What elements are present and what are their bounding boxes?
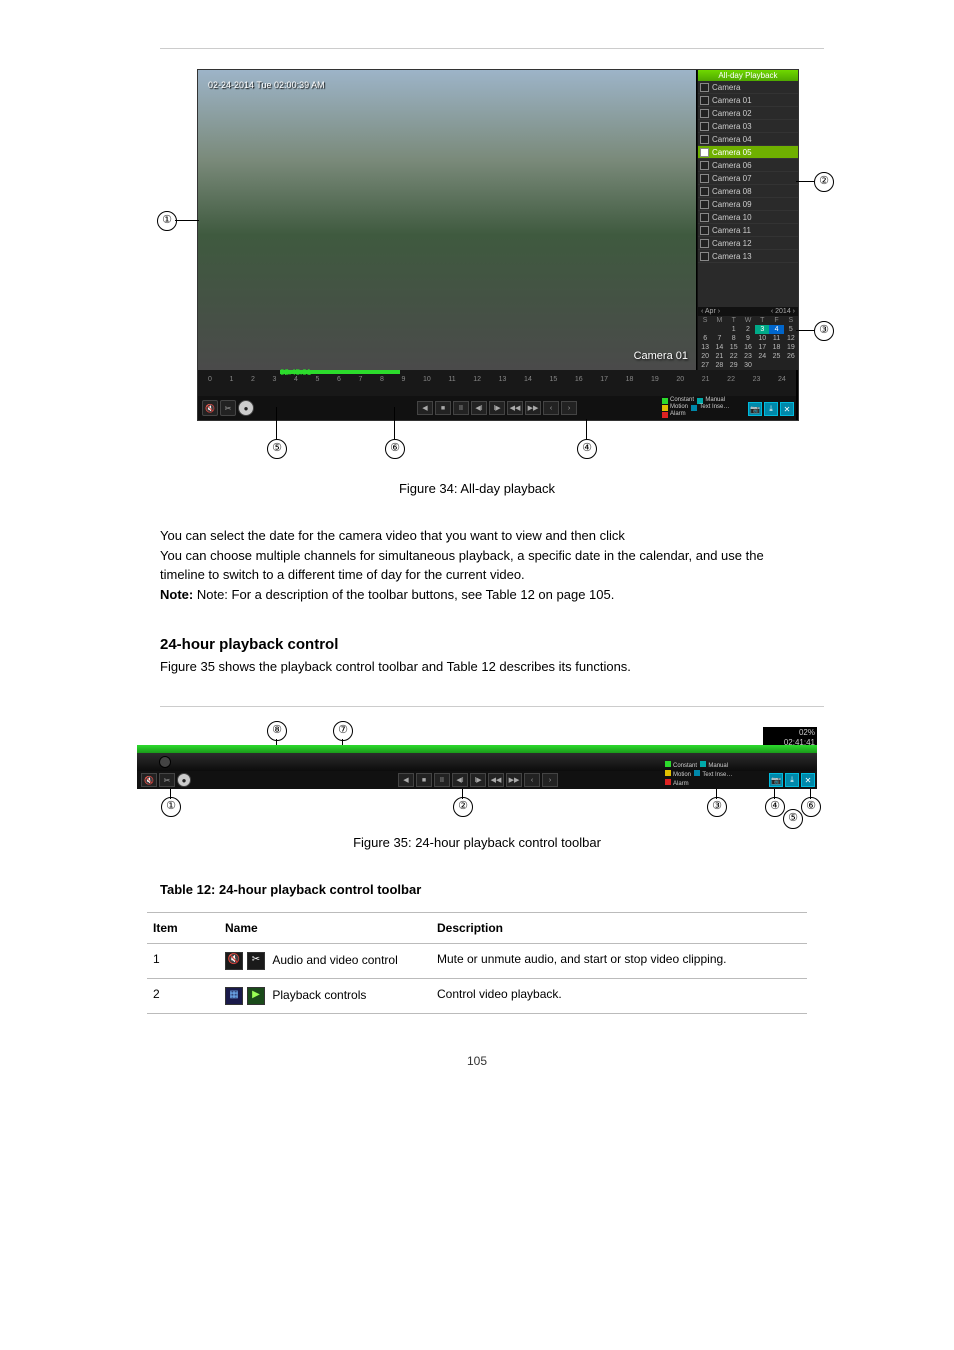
calendar[interactable]: ‹ Apr ›‹ 2014 › SMTWTFS12345678910111213…	[698, 307, 798, 370]
figure-caption-2: Figure 35: 24-hour playback control tool…	[0, 835, 954, 850]
export-icon[interactable]: ⤓	[764, 402, 778, 416]
step-back-icon[interactable]: ◀I	[471, 401, 487, 415]
fast-rew-icon[interactable]: ◀◀	[507, 401, 523, 415]
close-icon[interactable]: ✕	[780, 402, 794, 416]
camera-row[interactable]: Camera 13	[698, 250, 798, 263]
playback-controls: ◀ ■ II ◀I I▶ ◀◀ ▶▶ ‹ ›	[397, 773, 559, 787]
pause-icon[interactable]: II	[434, 773, 450, 787]
step-fwd-icon[interactable]: I▶	[470, 773, 486, 787]
legend: Constant Manual Motion Text Inse… Alarm	[665, 761, 761, 788]
camera-row[interactable]: Camera 01	[698, 94, 798, 107]
video-pane[interactable]: 02-24-2014 Tue 02:00:39 AM Camera 01	[198, 70, 696, 370]
camera-row[interactable]: Camera 12	[698, 237, 798, 250]
play-icon: ▶	[247, 987, 265, 1005]
toolbar: 02%02:41:41 🔇 ✂ ● ◀ ■ II ◀I I▶ ◀◀ ▶▶ ‹ ›	[137, 745, 817, 789]
camera-row[interactable]: Camera 09	[698, 198, 798, 211]
stop-icon[interactable]: ■	[416, 773, 432, 787]
figure-caption-1: Figure 34: All-day playback	[0, 481, 954, 496]
callout-1: ①	[157, 211, 177, 231]
step-back-icon[interactable]: ◀I	[452, 773, 468, 787]
fast-fwd-icon[interactable]: ▶▶	[506, 773, 522, 787]
camera-row[interactable]: Camera 02	[698, 107, 798, 120]
mute-icon[interactable]: 🔇	[202, 400, 218, 416]
camera-row[interactable]: Camera 07	[698, 172, 798, 185]
figure-toolbar: ⑧ ⑦ 02%02:41:41 🔇 ✂ ● ◀ ■ II ◀I I▶ ◀◀	[137, 727, 817, 827]
control-bar: 🔇 ✂ ● ◀ ■ II ◀I I▶ ◀◀ ▶▶ ‹ › Constant Ma…	[198, 396, 796, 420]
th-desc: Description	[431, 912, 807, 943]
mute-icon[interactable]: 🔇	[141, 773, 157, 787]
callout-6b: ⑥	[801, 797, 821, 817]
paragraph-note: Note: Note: For a description of the too…	[160, 585, 794, 605]
mute-icon: 🔇	[225, 952, 243, 970]
prev-icon[interactable]: ‹	[524, 773, 540, 787]
figure-all-day-playback: 02-24-2014 Tue 02:00:39 AM Camera 01 All…	[157, 69, 797, 469]
table-row: 1 🔇✂ Audio and video control Mute or unm…	[147, 943, 807, 978]
page-number: 105	[0, 1054, 954, 1068]
table-row: 2 ▦▶ Playback controls Control video pla…	[147, 978, 807, 1013]
rew-icon[interactable]: ◀	[417, 401, 433, 415]
next-icon[interactable]: ›	[542, 773, 558, 787]
callout-5b: ⑤	[783, 809, 803, 829]
clip-icon[interactable]: ✂	[159, 773, 175, 787]
playback-controls: ◀ ■ II ◀I I▶ ◀◀ ▶▶ ‹ ›	[416, 401, 578, 415]
th-name: Name	[219, 912, 431, 943]
camera-row[interactable]: Camera 10	[698, 211, 798, 224]
legend: Constant Manual Motion Text Inse… Alarm	[662, 397, 750, 418]
timeline-ticks: 0123456789101112131415161718192021222324	[198, 376, 796, 383]
heading-24hr-control: 24-hour playback control	[160, 634, 794, 657]
fast-fwd-icon[interactable]: ▶▶	[525, 401, 541, 415]
step-fwd-icon[interactable]: I▶	[489, 401, 505, 415]
table-caption: Table 12: 24-hour playback control toolb…	[160, 880, 794, 900]
controls-table: Item Name Description 1 🔇✂ Audio and vid…	[147, 912, 807, 1014]
frame-icon: ▦	[225, 987, 243, 1005]
camera-row[interactable]: Camera 11	[698, 224, 798, 237]
callout-4: ④	[577, 439, 597, 459]
rew-icon[interactable]: ◀	[398, 773, 414, 787]
paragraph-1: You can choose multiple channels for sim…	[160, 546, 794, 585]
camera-row[interactable]: Camera 06	[698, 159, 798, 172]
callout-1b: ①	[161, 797, 181, 817]
panel-title: All-day Playback	[698, 70, 798, 81]
video-timestamp: 02-24-2014 Tue 02:00:39 AM	[208, 80, 325, 90]
callout-3: ③	[814, 321, 834, 341]
callout-4b: ④	[765, 797, 785, 817]
paragraph-3: Figure 35 shows the playback control too…	[160, 657, 794, 677]
record-icon[interactable]: ●	[238, 400, 254, 416]
callout-6: ⑥	[385, 439, 405, 459]
video-camera-label: Camera 01	[634, 350, 688, 362]
callout-5: ⑤	[267, 439, 287, 459]
clip-icon[interactable]: ✂	[220, 400, 236, 416]
stop-icon[interactable]: ■	[435, 401, 451, 415]
right-icons: 📷 ⤓ ✕	[746, 402, 794, 416]
callout-7: ⑦	[333, 721, 353, 741]
snapshot-icon[interactable]: 📷	[769, 773, 783, 787]
callout-2b: ②	[453, 797, 473, 817]
paragraph-instruction: You can select the date for the camera v…	[160, 526, 794, 546]
camera-row[interactable]: Camera 04	[698, 133, 798, 146]
playback-window: 02-24-2014 Tue 02:00:39 AM Camera 01 All…	[197, 69, 799, 421]
export-icon[interactable]: ⤓	[785, 773, 799, 787]
snapshot-icon[interactable]: 📷	[748, 402, 762, 416]
camera-row[interactable]: Camera 03	[698, 120, 798, 133]
callout-8: ⑧	[267, 721, 287, 741]
callout-2: ②	[814, 172, 834, 192]
camera-row[interactable]: Camera 08	[698, 185, 798, 198]
prev-icon[interactable]: ‹	[543, 401, 559, 415]
pause-icon[interactable]: II	[453, 401, 469, 415]
record-icon[interactable]: ●	[177, 773, 191, 787]
fast-rew-icon[interactable]: ◀◀	[488, 773, 504, 787]
callout-3b: ③	[707, 797, 727, 817]
speed-knob[interactable]	[159, 756, 171, 768]
timeline[interactable]: 02:45:01 0123456789101112131415161718192…	[198, 370, 796, 396]
progress-bar[interactable]	[137, 745, 817, 753]
camera-side-panel: All-day Playback Camera Camera 01Camera …	[697, 70, 798, 370]
next-icon[interactable]: ›	[561, 401, 577, 415]
camera-row[interactable]: Camera 05	[698, 146, 798, 159]
th-item: Item	[147, 912, 219, 943]
close-icon[interactable]: ✕	[801, 773, 815, 787]
camera-header-row: Camera	[698, 81, 798, 94]
clip-icon: ✂	[247, 952, 265, 970]
right-icons: 📷 ⤓ ✕	[767, 773, 815, 787]
